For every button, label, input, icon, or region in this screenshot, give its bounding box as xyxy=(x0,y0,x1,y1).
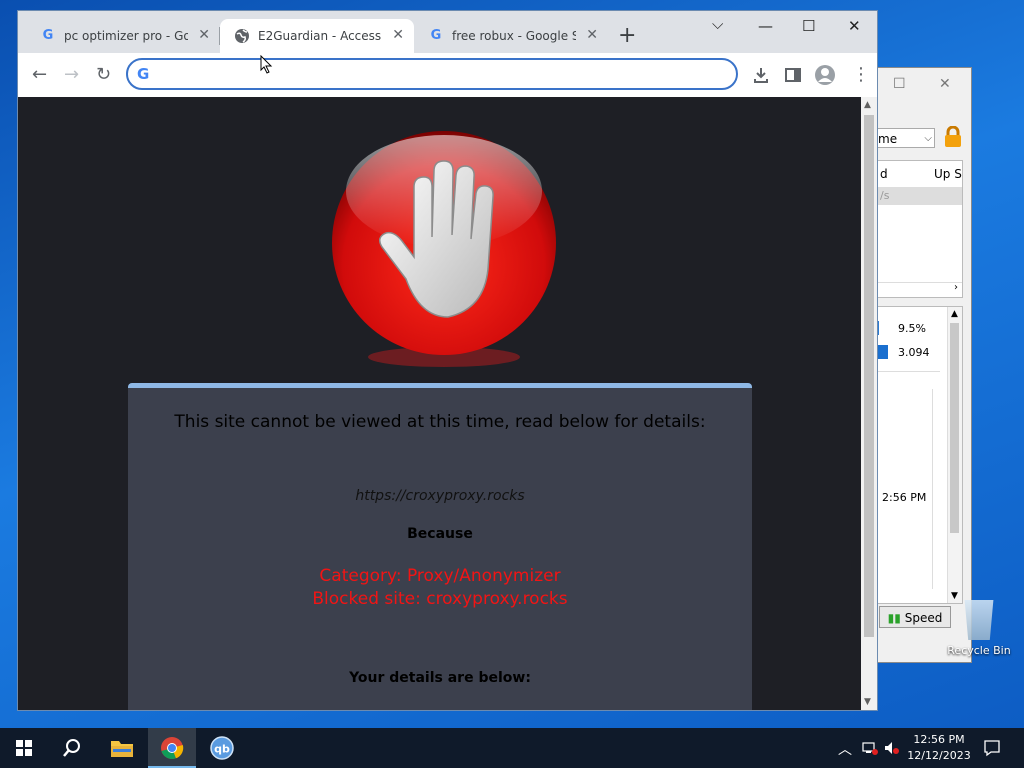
file-explorer-button[interactable] xyxy=(98,728,146,768)
qbittorrent-icon: qb xyxy=(210,736,234,760)
block-heading: This site cannot be viewed at this time,… xyxy=(174,412,706,432)
taskbar: qb ︿ 12:56 PM 12/12/2023 xyxy=(0,728,1024,768)
scrollbar-thumb[interactable] xyxy=(950,323,959,533)
transfer-list[interactable]: d Up S /s › xyxy=(877,160,963,298)
block-message-card: This site cannot be viewed at this time,… xyxy=(128,383,752,710)
tab[interactable]: G free robux - Google Search ✕ xyxy=(414,19,608,53)
horizontal-scrollbar[interactable]: › xyxy=(878,282,962,297)
details-heading: Your details are below: xyxy=(349,670,531,686)
tab-search-icon[interactable]: ⌵ xyxy=(712,15,723,33)
scroll-up-icon[interactable]: ▲ xyxy=(864,100,871,110)
close-tab-icon[interactable]: ✕ xyxy=(392,27,404,43)
tab[interactable]: G pc optimizer pro - Google Search ✕ xyxy=(26,19,220,53)
tab-title: E2Guardian - Access Denied xyxy=(258,29,382,43)
globe-icon xyxy=(235,29,249,43)
background-window[interactable]: ☐ ✕ me ⌵ d Up S /s › 9.5% 3.094 2:56 PM xyxy=(870,67,972,663)
stat-value: 3.094 xyxy=(898,346,930,359)
recycle-bin-label: Recycle Bin xyxy=(947,644,1011,657)
column-header[interactable]: Up S xyxy=(934,167,962,181)
tab-active[interactable]: E2Guardian - Access Denied ✕ xyxy=(220,19,414,53)
forward-icon[interactable]: → xyxy=(64,65,79,85)
notifications-icon[interactable] xyxy=(983,739,1001,757)
browser-toolbar: ← → ↻ G ⋮ xyxy=(18,53,877,98)
filter-value: me xyxy=(878,132,898,146)
desktop: ☐ ✕ me ⌵ d Up S /s › 9.5% 3.094 2:56 PM xyxy=(0,0,1024,728)
vertical-scrollbar[interactable]: ▲ ▼ xyxy=(947,307,962,603)
stop-hand-icon xyxy=(332,131,556,367)
volume-icon[interactable] xyxy=(884,741,900,755)
stat-value: 9.5% xyxy=(898,322,926,335)
google-icon: G xyxy=(137,65,150,83)
row-text: /s xyxy=(880,189,890,202)
chevron-right-icon[interactable]: › xyxy=(954,282,958,293)
recycle-bin[interactable]: Recycle Bin xyxy=(944,600,1014,657)
menu-icon[interactable]: ⋮ xyxy=(852,65,870,85)
chart-icon: ▮▮ xyxy=(887,611,901,625)
cursor-icon xyxy=(260,55,273,74)
blocked-url: https://croxyproxy.rocks xyxy=(355,488,525,504)
tab-title: free robux - Google Search xyxy=(452,29,576,43)
side-panel-icon[interactable] xyxy=(784,66,802,84)
close-icon[interactable]: ✕ xyxy=(939,76,951,92)
progress-bar xyxy=(878,345,888,359)
chrome-icon xyxy=(161,737,184,760)
back-icon[interactable]: ← xyxy=(32,65,47,85)
close-tab-icon[interactable]: ✕ xyxy=(586,27,598,43)
scroll-down-icon[interactable]: ▼ xyxy=(864,697,871,707)
new-tab-button[interactable]: + xyxy=(618,25,636,47)
browser-window: G pc optimizer pro - Google Search ✕ E2G… xyxy=(17,10,878,711)
address-bar[interactable]: G xyxy=(126,58,738,90)
tab-strip: G pc optimizer pro - Google Search ✕ E2G… xyxy=(18,11,877,53)
column-header[interactable]: d xyxy=(880,167,888,181)
recycle-bin-icon xyxy=(964,600,994,640)
scrollbar-thumb[interactable] xyxy=(864,115,874,637)
tab-title: pc optimizer pro - Google Search xyxy=(64,29,188,43)
because-label: Because xyxy=(407,526,473,542)
lock-icon[interactable] xyxy=(943,126,963,148)
speed-button[interactable]: ▮▮ Speed xyxy=(879,606,951,628)
system-clock[interactable]: 12:56 PM 12/12/2023 xyxy=(902,732,976,764)
page-content: This site cannot be viewed at this time,… xyxy=(18,97,861,710)
blocked-site: Blocked site: croxyproxy.rocks xyxy=(312,589,568,609)
chrome-taskbar-button[interactable] xyxy=(148,728,196,768)
clock-time: 12:56 PM xyxy=(913,733,965,746)
close-tab-icon[interactable]: ✕ xyxy=(198,27,210,43)
stats-panel: 9.5% 3.094 2:56 PM ▲ ▼ xyxy=(877,306,963,604)
maximize-icon[interactable]: ☐ xyxy=(893,76,906,92)
chevron-up-icon[interactable]: ▲ xyxy=(951,309,958,319)
start-button[interactable] xyxy=(0,728,48,768)
maximize-icon[interactable]: ☐ xyxy=(802,17,815,35)
filter-dropdown[interactable]: me ⌵ xyxy=(871,128,935,148)
reload-icon[interactable]: ↻ xyxy=(96,65,111,85)
qbittorrent-taskbar-button[interactable]: qb xyxy=(198,728,246,768)
clock-date: 12/12/2023 xyxy=(907,749,971,762)
page-scrollbar[interactable]: ▲ ▼ xyxy=(861,97,877,710)
time-text: 2:56 PM xyxy=(882,491,927,504)
windows-icon xyxy=(16,740,32,756)
search-button[interactable] xyxy=(48,728,96,768)
download-icon[interactable] xyxy=(752,66,770,84)
search-icon xyxy=(63,739,80,757)
network-icon[interactable] xyxy=(862,741,878,755)
progress-bar xyxy=(878,321,889,335)
list-item[interactable]: /s xyxy=(878,187,962,205)
address-input[interactable] xyxy=(162,64,726,86)
block-category: Category: Proxy/Anonymizer xyxy=(319,566,561,586)
minimize-icon[interactable]: — xyxy=(758,17,773,35)
folder-icon xyxy=(111,741,133,757)
chevron-up-icon[interactable]: ︿ xyxy=(838,739,852,759)
profile-icon[interactable] xyxy=(814,64,836,86)
close-window-icon[interactable]: ✕ xyxy=(848,17,861,35)
speed-label: Speed xyxy=(904,611,943,625)
chevron-down-icon: ⌵ xyxy=(924,133,932,144)
google-icon: G xyxy=(430,28,442,43)
svg-text:qb: qb xyxy=(214,743,230,756)
google-icon: G xyxy=(42,28,54,43)
